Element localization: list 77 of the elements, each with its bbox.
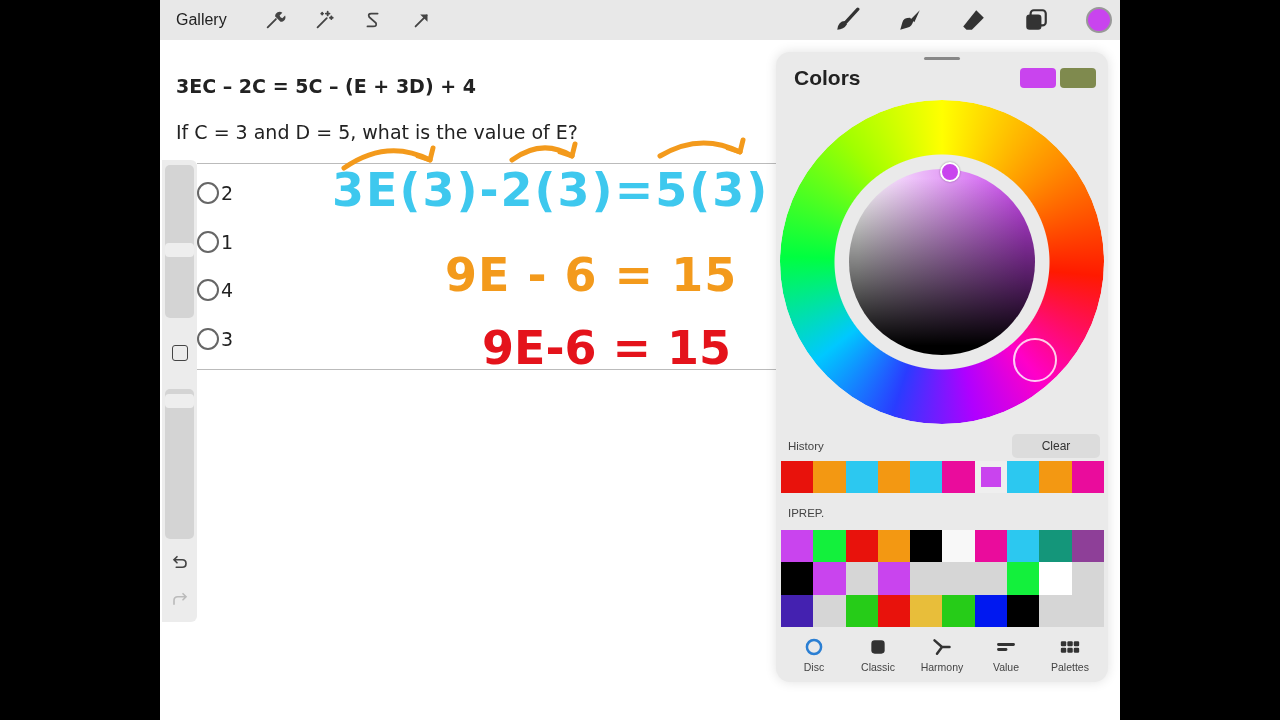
redo-icon[interactable] [170, 590, 189, 608]
color-swatch[interactable] [1071, 562, 1104, 595]
color-swatch[interactable] [781, 594, 814, 627]
color-swatch[interactable] [974, 530, 1008, 563]
radio-button[interactable] [197, 279, 219, 302]
color-swatch[interactable] [781, 461, 814, 493]
option-label: 4 [221, 279, 234, 302]
handwritten-equation: 9E - 6 = 15 [445, 249, 738, 301]
clear-button[interactable]: Clear [1012, 434, 1100, 458]
color-swatch[interactable] [910, 530, 943, 563]
handwritten-arrow [509, 141, 578, 163]
gallery-button[interactable]: Gallery [176, 11, 227, 29]
color-swatch[interactable] [1071, 530, 1104, 563]
color-swatch[interactable] [1039, 594, 1072, 627]
hue-handle[interactable] [1013, 338, 1057, 382]
color-swatch[interactable] [1039, 562, 1072, 595]
panel-title: Colors [794, 66, 861, 90]
color-swatch[interactable] [910, 594, 943, 627]
view-tab[interactable]: Classic [846, 632, 910, 677]
brush-icon[interactable] [834, 7, 860, 33]
color-swatch[interactable] [781, 562, 814, 595]
option-label: 1 [221, 230, 234, 253]
opacity-slider[interactable] [165, 389, 194, 539]
smudge-icon[interactable] [897, 7, 923, 33]
color-swatch[interactable] [974, 461, 1008, 493]
color-swatch[interactable] [845, 461, 878, 493]
color-swatch[interactable] [877, 562, 911, 595]
color-swatch[interactable] [845, 562, 878, 595]
color-swatch[interactable] [813, 562, 846, 595]
option-label: 2 [221, 182, 234, 205]
color-swatch[interactable] [1007, 461, 1040, 493]
handwritten-equation: 9E-6 = 15 [482, 322, 732, 374]
question-prompt: If C = 3 and D = 5, what is the value of E? [176, 120, 578, 144]
color-swatch[interactable] [877, 461, 911, 493]
handwritten-equation: 3E(3)-2(3)=5(3) [332, 164, 770, 216]
color-swatch[interactable] [813, 530, 846, 563]
color-swatch[interactable] [813, 461, 846, 493]
color-swatch[interactable] [845, 530, 878, 563]
secondary-color-swatch[interactable] [1060, 68, 1096, 88]
radio-button[interactable] [197, 182, 219, 205]
color-swatch[interactable] [1039, 461, 1072, 493]
color-swatch[interactable] [942, 530, 975, 563]
undo-icon[interactable] [170, 553, 189, 571]
eraser-icon[interactable] [960, 7, 986, 33]
circle-icon [804, 636, 824, 657]
drag-handle[interactable] [924, 57, 960, 60]
color-swatch[interactable] [1007, 530, 1040, 563]
color-swatch[interactable] [781, 530, 814, 563]
radio-button[interactable] [197, 230, 219, 253]
color-swatch[interactable] [1007, 562, 1040, 595]
palette-name: IPREP. [788, 507, 825, 519]
color-swatch[interactable] [877, 530, 911, 563]
layers-icon[interactable] [1023, 7, 1049, 33]
formula-text: 3EC – 2C = 5C – (E + 3D) + 4 [176, 74, 476, 98]
color-swatch[interactable] [1039, 530, 1072, 563]
slider-thumb[interactable] [165, 242, 194, 257]
color-swatch[interactable] [1007, 594, 1040, 627]
slider-thumb[interactable] [165, 394, 194, 409]
primary-color-swatch[interactable] [1020, 68, 1056, 88]
color-swatch[interactable] [1071, 461, 1104, 493]
color-swatch[interactable] [910, 461, 943, 493]
radio-button[interactable] [197, 327, 219, 350]
view-tab[interactable]: Disc [782, 632, 846, 677]
view-tab[interactable]: Palettes [1038, 632, 1102, 677]
brush-size-slider[interactable] [165, 165, 194, 318]
current-color-button[interactable] [1086, 7, 1112, 33]
history-label: History [788, 440, 824, 452]
color-swatch[interactable] [942, 461, 975, 493]
color-swatch[interactable] [813, 594, 846, 627]
harmony-icon [932, 636, 952, 657]
color-swatch[interactable] [974, 562, 1008, 595]
view-tab[interactable]: Value [974, 632, 1038, 677]
modify-button[interactable] [171, 345, 188, 361]
color-swatch[interactable] [942, 594, 975, 627]
color-swatch[interactable] [910, 562, 943, 595]
option-label: 3 [221, 327, 234, 350]
view-tab[interactable]: Harmony [910, 632, 974, 677]
